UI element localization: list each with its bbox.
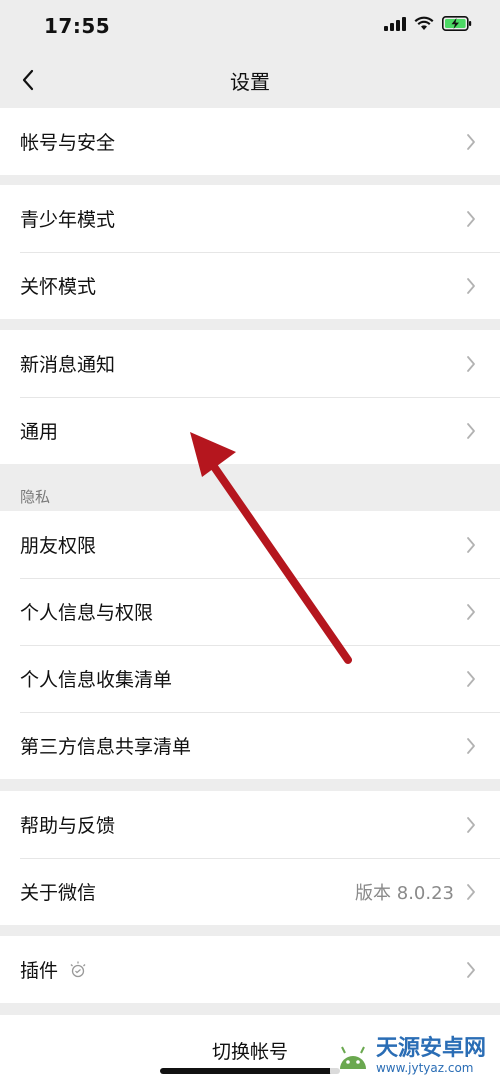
nav-bar: 设置 — [0, 54, 500, 108]
settings-item-label: 朋友权限 — [20, 535, 97, 557]
settings-item-about-wechat[interactable]: 关于微信 版本 8.0.23 — [0, 858, 500, 925]
chevron-right-icon — [466, 536, 476, 554]
lightbulb-icon — [68, 960, 88, 980]
chevron-right-icon — [466, 210, 476, 228]
settings-item-label: 青少年模式 — [20, 209, 116, 231]
chevron-right-icon — [466, 355, 476, 373]
watermark-url: www.jytyaz.com — [375, 1061, 474, 1075]
settings-item-label: 帐号与安全 — [20, 132, 116, 154]
settings-item-label: 个人信息与权限 — [20, 602, 154, 624]
settings-group-plugins: 插件 — [0, 936, 500, 1003]
wifi-icon — [414, 16, 434, 30]
settings-item-notifications[interactable]: 新消息通知 — [0, 330, 500, 397]
signal-icon — [384, 16, 406, 31]
settings-item-label: 插件 — [20, 960, 59, 982]
settings-item-account-security[interactable]: 帐号与安全 — [0, 108, 500, 175]
settings-item-help-feedback[interactable]: 帮助与反馈 — [0, 791, 500, 858]
settings-item-personal-info-collection[interactable]: 个人信息收集清单 — [0, 645, 500, 712]
switch-account-label: 切换帐号 — [211, 1041, 288, 1063]
settings-item-label: 个人信息收集清单 — [20, 669, 173, 691]
settings-item-general[interactable]: 通用 — [0, 397, 500, 464]
chevron-right-icon — [466, 670, 476, 688]
status-bar: 17:55 — [0, 0, 500, 54]
settings-item-label: 帮助与反馈 — [20, 815, 116, 837]
chevron-right-icon — [466, 133, 476, 151]
settings-group-modes: 青少年模式 关怀模式 — [0, 185, 500, 319]
page-title: 设置 — [230, 70, 270, 94]
battery-charging-icon — [442, 16, 472, 31]
settings-item-label: 关怀模式 — [20, 276, 97, 298]
settings-item-label: 新消息通知 — [20, 354, 116, 376]
section-header-privacy: 隐私 — [20, 488, 51, 506]
settings-item-friend-permissions[interactable]: 朋友权限 — [0, 511, 500, 578]
settings-item-teen-mode[interactable]: 青少年模式 — [0, 185, 500, 252]
settings-item-plugins[interactable]: 插件 — [0, 936, 500, 1003]
settings-item-personal-info-permissions[interactable]: 个人信息与权限 — [0, 578, 500, 645]
chevron-right-icon — [466, 737, 476, 755]
version-value: 版本 8.0.23 — [355, 882, 454, 904]
chevron-right-icon — [466, 816, 476, 834]
settings-group-about: 帮助与反馈 关于微信 版本 8.0.23 — [0, 791, 500, 925]
watermark: 天源安卓网 www.jytyaz.com — [329, 1033, 494, 1077]
settings-item-label: 第三方信息共享清单 — [20, 736, 192, 758]
home-indicator — [160, 1068, 340, 1074]
watermark-title: 天源安卓网 — [375, 1036, 486, 1061]
chevron-right-icon — [466, 961, 476, 979]
settings-item-third-party-sharing[interactable]: 第三方信息共享清单 — [0, 712, 500, 779]
settings-group-privacy: 朋友权限 个人信息与权限 个人信息收集清单 第三方信息共享清单 — [0, 511, 500, 779]
status-icons — [384, 16, 472, 31]
android-logo-icon — [339, 1046, 366, 1069]
status-time: 17:55 — [44, 14, 111, 38]
chevron-right-icon — [466, 603, 476, 621]
settings-item-label: 通用 — [20, 421, 59, 443]
chevron-right-icon — [466, 883, 476, 901]
settings-group-general: 新消息通知 通用 — [0, 330, 500, 464]
settings-item-care-mode[interactable]: 关怀模式 — [0, 252, 500, 319]
settings-group-account: 帐号与安全 — [0, 108, 500, 175]
chevron-right-icon — [466, 422, 476, 440]
watermark-text: 天源安卓网 www.jytyaz.com — [375, 1036, 486, 1076]
settings-item-label: 关于微信 — [20, 882, 97, 904]
chevron-right-icon — [466, 277, 476, 295]
